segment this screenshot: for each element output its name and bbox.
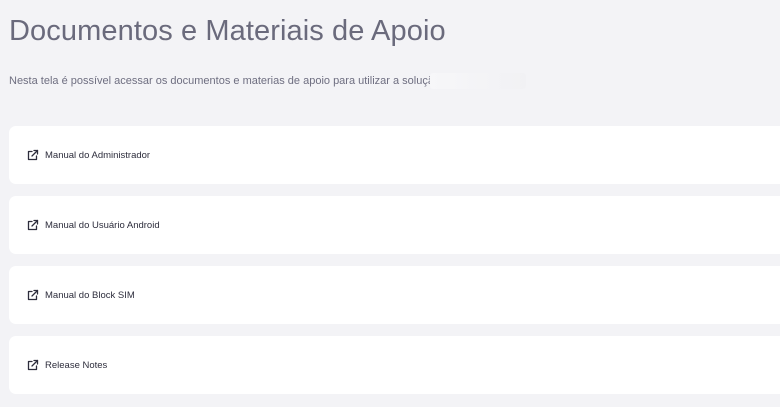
document-link-release-notes[interactable]: Release Notes [9, 336, 780, 394]
document-label: Manual do Usuário Android [45, 219, 160, 231]
document-label: Release Notes [45, 359, 108, 371]
page-subtitle: Nesta tela é possível acessar os documen… [9, 75, 441, 87]
document-list: Manual do Administrador Manual do Usuári… [9, 126, 780, 406]
external-link-icon [26, 219, 39, 232]
subtitle-highlight [430, 73, 526, 89]
external-link-icon [26, 149, 39, 162]
document-link-block-sim-manual[interactable]: Manual do Block SIM [9, 266, 780, 324]
external-link-icon [26, 359, 39, 372]
document-label: Manual do Administrador [45, 149, 151, 161]
document-label: Manual do Block SIM [45, 289, 135, 301]
document-link-android-manual[interactable]: Manual do Usuário Android [9, 196, 780, 254]
external-link-icon [26, 289, 39, 302]
page-title: Documentos e Materiais de Apoio [9, 15, 446, 47]
document-link-admin-manual[interactable]: Manual do Administrador [9, 126, 780, 184]
